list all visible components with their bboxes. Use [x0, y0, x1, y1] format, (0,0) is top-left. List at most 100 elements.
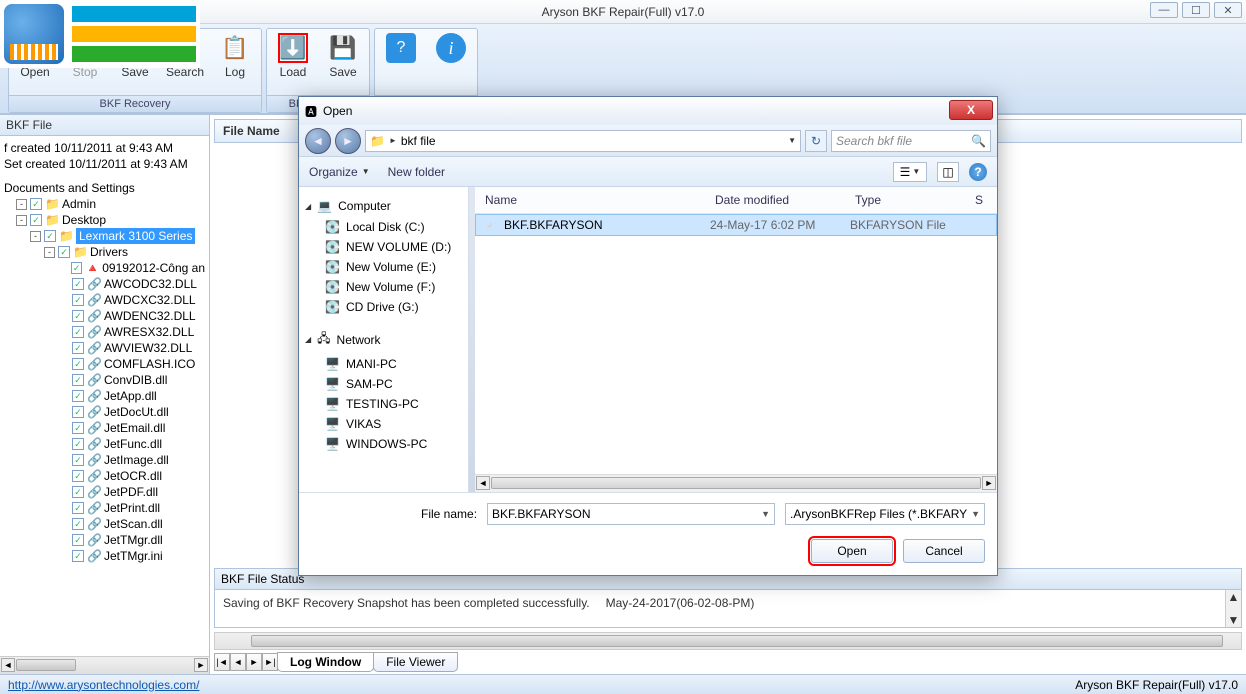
expand-icon[interactable]: -	[16, 199, 27, 210]
checkbox[interactable]: ✓	[30, 198, 42, 210]
tab-nav-next[interactable]: ►	[246, 653, 262, 671]
breadcrumb[interactable]: 📁 ► bkf file ▼	[365, 130, 801, 152]
col-date[interactable]: Date modified	[711, 191, 851, 209]
minimize-button[interactable]: —	[1150, 2, 1178, 18]
tree-node[interactable]: ✓🔗JetTMgr.ini	[2, 548, 207, 564]
nav-drive[interactable]: 💽New Volume (E:)	[305, 257, 462, 277]
checkbox[interactable]: ✓	[72, 294, 84, 306]
dialog-close-button[interactable]: X	[949, 100, 993, 120]
tree-node[interactable]: ✓🔗JetImage.dll	[2, 452, 207, 468]
checkbox[interactable]: ✓	[72, 438, 84, 450]
checkbox[interactable]: ✓	[72, 518, 84, 530]
tree-node[interactable]: ✓🔗JetScan.dll	[2, 516, 207, 532]
help-icon[interactable]: ?	[969, 163, 987, 181]
scroll-thumb[interactable]	[491, 477, 981, 489]
scroll-left-icon[interactable]: ◄	[476, 476, 490, 490]
checkbox[interactable]: ✓	[72, 502, 84, 514]
checkbox[interactable]: ✓	[58, 246, 70, 258]
load-tool[interactable]: ⬇️Load	[273, 33, 313, 95]
expand-icon[interactable]: -	[30, 231, 41, 242]
vendor-link[interactable]: http://www.arysontechnologies.com/	[8, 678, 199, 692]
about-tool[interactable]: i	[431, 33, 471, 95]
tree-node[interactable]: ✓🔗JetPDF.dll	[2, 484, 207, 500]
tree-node[interactable]: -✓📁Drivers	[2, 244, 207, 260]
checkbox[interactable]: ✓	[72, 278, 84, 290]
dialog-titlebar[interactable]: 🅰 Open X	[299, 97, 997, 125]
collapse-icon[interactable]: ◢	[305, 202, 311, 211]
close-button[interactable]: ✕	[1214, 2, 1242, 18]
tab-nav-prev[interactable]: ◄	[230, 653, 246, 671]
expand-icon[interactable]: -	[16, 215, 27, 226]
nav-back-button[interactable]: ◄	[305, 128, 331, 154]
preview-pane-button[interactable]: ◫	[937, 162, 959, 182]
list-header[interactable]: Name Date modified Type S	[475, 187, 997, 214]
tree-node[interactable]: ✓🔗JetFunc.dll	[2, 436, 207, 452]
cancel-button[interactable]: Cancel	[903, 539, 985, 563]
nav-computer[interactable]: Computer	[338, 199, 391, 213]
save-snapshot-tool[interactable]: 💾Save	[323, 33, 363, 95]
checkbox[interactable]: ✓	[72, 406, 84, 418]
checkbox[interactable]: ✓	[72, 486, 84, 498]
tree-node[interactable]: ✓🔗JetOCR.dll	[2, 468, 207, 484]
checkbox[interactable]: ✓	[72, 374, 84, 386]
tree-node[interactable]: ✓🔗AWDCXC32.DLL	[2, 292, 207, 308]
checkbox[interactable]: ✓	[72, 422, 84, 434]
scroll-right-icon[interactable]: ►	[194, 658, 208, 672]
checkbox[interactable]: ✓	[71, 262, 82, 274]
organize-button[interactable]: Organize ▼	[309, 165, 370, 179]
search-input[interactable]: Search bkf file 🔍	[831, 130, 991, 152]
chevron-down-icon[interactable]: ▼	[761, 509, 770, 519]
col-name[interactable]: Name	[481, 191, 711, 209]
file-row[interactable]: ▫️ BKF.BKFARYSON 24-May-17 6:02 PM BKFAR…	[475, 214, 997, 236]
tree-node[interactable]: ✓🔗JetTMgr.dll	[2, 532, 207, 548]
tree-node[interactable]: ✓🔗AWCODC32.DLL	[2, 276, 207, 292]
col-size[interactable]: S	[971, 191, 991, 209]
chevron-down-icon[interactable]: ▼	[971, 509, 980, 519]
search-icon[interactable]: 🔍	[971, 134, 986, 148]
bkf-tree[interactable]: f created 10/11/2011 at 9:43 AM Set crea…	[0, 136, 209, 656]
tab-nav-first[interactable]: |◄	[214, 653, 230, 671]
expand-icon[interactable]: -	[44, 247, 55, 258]
tree-node[interactable]: ✓🔗JetEmail.dll	[2, 420, 207, 436]
new-folder-button[interactable]: New folder	[388, 165, 445, 179]
tree-node[interactable]: ✓🔗JetDocUt.dll	[2, 404, 207, 420]
checkbox[interactable]: ✓	[30, 214, 42, 226]
checkbox[interactable]: ✓	[72, 342, 84, 354]
col-type[interactable]: Type	[851, 191, 971, 209]
tree-node[interactable]: -✓📁Admin	[2, 196, 207, 212]
tree-node[interactable]: ✓🔗ConvDIB.dll	[2, 372, 207, 388]
collapse-icon[interactable]: ◢	[305, 335, 311, 344]
status-vscroll[interactable]: ▲▼	[1225, 590, 1241, 627]
nav-forward-button[interactable]: ►	[335, 128, 361, 154]
nav-host[interactable]: 🖥️SAM-PC	[305, 374, 462, 394]
tree-node[interactable]: ✓🔗AWDENC32.DLL	[2, 308, 207, 324]
nav-host[interactable]: 🖥️WINDOWS-PC	[305, 434, 462, 454]
scroll-thumb[interactable]	[251, 635, 1223, 647]
tree-node[interactable]: ✓🔗COMFLASH.ICO	[2, 356, 207, 372]
nav-host[interactable]: 🖥️VIKAS	[305, 414, 462, 434]
breadcrumb-segment[interactable]: bkf file	[401, 134, 436, 148]
nav-drive[interactable]: 💽NEW VOLUME (D:)	[305, 237, 462, 257]
checkbox[interactable]: ✓	[72, 310, 84, 322]
checkbox[interactable]: ✓	[72, 470, 84, 482]
checkbox[interactable]: ✓	[72, 390, 84, 402]
filetype-select[interactable]: .ArysonBKFRep Files (*.BKFARY▼	[785, 503, 985, 525]
scroll-thumb[interactable]	[16, 659, 76, 671]
log-tool[interactable]: 📋Log	[215, 33, 255, 95]
nav-drive[interactable]: 💽Local Disk (C:)	[305, 217, 462, 237]
checkbox[interactable]: ✓	[72, 454, 84, 466]
tree-node[interactable]: ✓🔗JetPrint.dll	[2, 500, 207, 516]
nav-host[interactable]: 🖥️MANI-PC	[305, 354, 462, 374]
tree-node[interactable]: ✓🔺09192012-Công an	[2, 260, 207, 276]
tree-hscroll[interactable]: ◄►	[0, 656, 209, 674]
tab-viewer[interactable]: File Viewer	[373, 652, 458, 672]
nav-network[interactable]: Network	[337, 333, 381, 347]
tree-node[interactable]: -✓📁Lexmark 3100 Series	[2, 228, 207, 244]
checkbox[interactable]: ✓	[72, 550, 84, 562]
scroll-right-icon[interactable]: ►	[982, 476, 996, 490]
tree-node[interactable]: ✓🔗AWVIEW32.DLL	[2, 340, 207, 356]
help-tool[interactable]: ?	[381, 33, 421, 95]
nav-drive[interactable]: 💽CD Drive (G:)	[305, 297, 462, 317]
nav-drive[interactable]: 💽New Volume (F:)	[305, 277, 462, 297]
nav-host[interactable]: 🖥️TESTING-PC	[305, 394, 462, 414]
